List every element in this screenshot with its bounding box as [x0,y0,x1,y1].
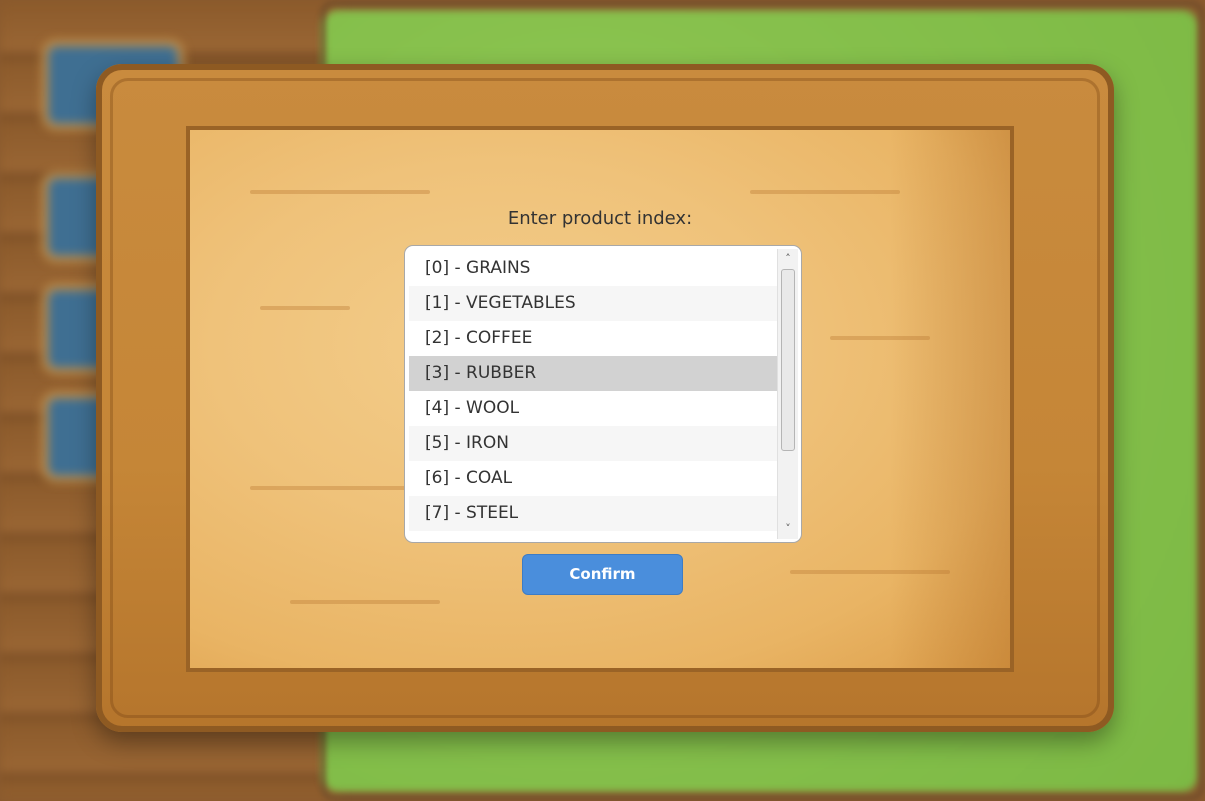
list-item[interactable]: [3] - RUBBER [409,356,777,391]
texture-streak [830,336,930,340]
texture-streak [250,190,430,194]
list-item[interactable]: [4] - WOOL [409,391,777,426]
vertical-scrollbar[interactable]: ˄ ˅ [777,249,798,539]
texture-streak [290,600,440,604]
list-item[interactable]: [5] - IRON [409,426,777,461]
list-item[interactable]: [2] - COFFEE [409,321,777,356]
confirm-button[interactable]: Confirm [522,554,683,595]
list-item[interactable]: [1] - VEGETABLES [409,286,777,321]
prompt-label: Enter product index: [507,208,693,229]
texture-streak [750,190,900,194]
list-item[interactable]: [0] - GRAINS [409,251,777,286]
texture-streak [790,570,950,574]
list-item[interactable]: [7] - STEEL [409,496,777,531]
product-listbox[interactable]: [0] - GRAINS [1] - VEGETABLES [2] - COFFEE… [404,245,802,543]
scroll-thumb[interactable] [781,269,795,451]
chevron-down-icon[interactable]: ˅ [778,521,798,537]
list-item[interactable]: [6] - COAL [409,461,777,496]
texture-streak [250,486,410,490]
chevron-up-icon[interactable]: ˄ [778,251,798,267]
product-list[interactable]: [0] - GRAINS [1] - VEGETABLES [2] - COFFEE… [409,251,777,531]
texture-streak [260,306,350,310]
